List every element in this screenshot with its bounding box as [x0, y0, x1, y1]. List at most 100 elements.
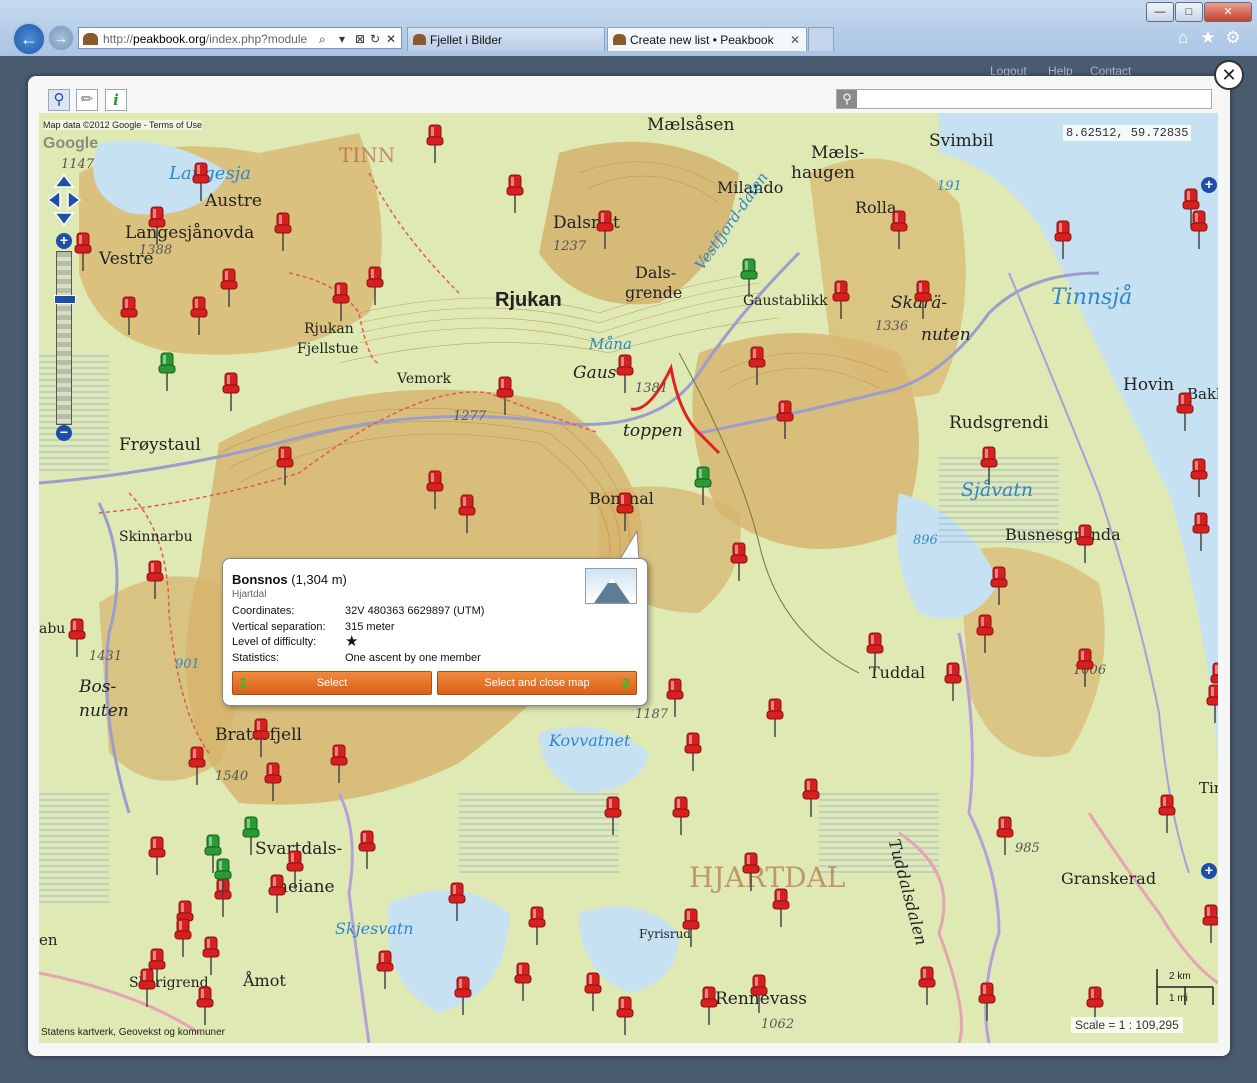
peak-pin-icon[interactable]: [137, 967, 157, 1007]
peak-pin-icon[interactable]: [201, 935, 221, 975]
peak-pin-icon[interactable]: [191, 161, 211, 201]
climbed-peak-pin-icon[interactable]: [213, 857, 233, 897]
maximize-button[interactable]: □: [1175, 2, 1203, 22]
peak-pin-icon[interactable]: [1189, 457, 1209, 497]
peak-pin-icon[interactable]: [913, 279, 933, 319]
peak-pin-icon[interactable]: [1075, 647, 1095, 687]
refresh-icon[interactable]: ↻: [370, 28, 380, 50]
zoom-in-button[interactable]: +: [56, 233, 72, 249]
close-modal-button[interactable]: ✕: [1214, 60, 1244, 90]
peak-pin-icon[interactable]: [683, 731, 703, 771]
peak-pin-icon[interactable]: [917, 965, 937, 1005]
peak-pin-icon[interactable]: [749, 973, 769, 1013]
pan-control[interactable]: [46, 173, 82, 227]
peak-pin-icon[interactable]: [331, 281, 351, 321]
peak-pin-icon[interactable]: [865, 631, 885, 671]
peak-pin-icon[interactable]: [741, 851, 761, 891]
expand-icon[interactable]: +: [1201, 177, 1217, 193]
peak-pin-icon[interactable]: [1205, 683, 1218, 723]
peak-pin-icon[interactable]: [119, 295, 139, 335]
measure-tool-button[interactable]: ✏: [76, 89, 98, 111]
peak-pin-icon[interactable]: [977, 981, 997, 1021]
peak-pin-icon[interactable]: [457, 493, 477, 533]
peak-pin-icon[interactable]: [145, 559, 165, 599]
peak-pin-icon[interactable]: [329, 743, 349, 783]
peak-pin-icon[interactable]: [147, 205, 167, 245]
peak-pin-icon[interactable]: [595, 209, 615, 249]
zoom-out-button[interactable]: −: [56, 425, 72, 441]
peak-pin-icon[interactable]: [285, 849, 305, 889]
peak-pin-icon[interactable]: [1191, 511, 1211, 551]
climbed-peak-pin-icon[interactable]: [693, 465, 713, 505]
peak-pin-icon[interactable]: [513, 961, 533, 1001]
peak-pin-icon[interactable]: [147, 835, 167, 875]
peak-pin-icon[interactable]: [775, 399, 795, 439]
peak-pin-icon[interactable]: [699, 985, 719, 1025]
peak-pin-icon[interactable]: [267, 873, 287, 913]
peak-pin-icon[interactable]: [665, 677, 685, 717]
peak-pin-icon[interactable]: [495, 375, 515, 415]
info-tool-button[interactable]: i: [105, 89, 127, 111]
peak-pin-icon[interactable]: [195, 985, 215, 1025]
peak-pin-icon[interactable]: [1175, 391, 1195, 431]
peak-pin-icon[interactable]: [73, 231, 93, 271]
peak-pin-icon[interactable]: [173, 917, 193, 957]
map-search-input[interactable]: ⚲: [836, 89, 1212, 109]
peak-pin-icon[interactable]: [681, 907, 701, 947]
peak-pin-icon[interactable]: [979, 445, 999, 485]
settings-icon[interactable]: ⚙: [1222, 27, 1244, 49]
peak-pin-icon[interactable]: [505, 173, 525, 213]
expand-icon[interactable]: +: [1201, 863, 1217, 879]
peak-pin-icon[interactable]: [1053, 219, 1073, 259]
stop-icon[interactable]: ✕: [386, 28, 396, 50]
peak-pin-icon[interactable]: [365, 265, 385, 305]
peak-pin-icon[interactable]: [615, 491, 635, 531]
peak-pin-icon[interactable]: [583, 971, 603, 1011]
peak-pin-icon[interactable]: [603, 795, 623, 835]
search-icon[interactable]: ⌕: [319, 28, 326, 50]
peak-thumbnail[interactable]: [585, 568, 637, 604]
map-canvas[interactable]: Rjukan Mælsåsen Mæls- haugen Milando Svi…: [39, 113, 1218, 1043]
peak-pin-icon[interactable]: [1157, 793, 1177, 833]
peak-pin-icon[interactable]: [527, 905, 547, 945]
address-bar[interactable]: http://peakbook.org/index.php?module ⌕ ▾…: [78, 27, 402, 49]
peak-pin-icon[interactable]: [275, 445, 295, 485]
peak-pin-icon[interactable]: [765, 697, 785, 737]
peak-pin-icon[interactable]: [273, 211, 293, 251]
peak-pin-icon[interactable]: [771, 887, 791, 927]
peak-pin-icon[interactable]: [375, 949, 395, 989]
climbed-peak-pin-icon[interactable]: [241, 815, 261, 855]
peak-pin-icon[interactable]: [801, 777, 821, 817]
search-icon[interactable]: ⚲: [837, 90, 857, 108]
favorites-icon[interactable]: ★: [1197, 27, 1219, 49]
peak-pin-icon[interactable]: [975, 613, 995, 653]
peak-pin-icon[interactable]: [263, 761, 283, 801]
tab-close-icon[interactable]: ✕: [790, 28, 800, 52]
new-tab-button[interactable]: [808, 27, 834, 51]
peak-pin-icon[interactable]: [671, 795, 691, 835]
peak-pin-icon[interactable]: [831, 279, 851, 319]
tab-fjellet-i-bilder[interactable]: Fjellet i Bilder: [407, 27, 605, 51]
peak-pin-icon[interactable]: [989, 565, 1009, 605]
peak-pin-icon[interactable]: [189, 295, 209, 335]
peak-pin-icon[interactable]: [729, 541, 749, 581]
peak-pin-icon[interactable]: [221, 371, 241, 411]
peak-pin-icon[interactable]: [187, 745, 207, 785]
climbed-peak-pin-icon[interactable]: [157, 351, 177, 391]
home-icon[interactable]: ⌂: [1172, 27, 1194, 49]
peak-pin-icon[interactable]: [447, 881, 467, 921]
zoom-tool-button[interactable]: ⚲: [48, 89, 70, 111]
peak-pin-icon[interactable]: [615, 995, 635, 1035]
peak-pin-icon[interactable]: [425, 123, 445, 163]
peak-pin-icon[interactable]: [1189, 209, 1209, 249]
peak-pin-icon[interactable]: [425, 469, 445, 509]
back-button[interactable]: ←: [12, 22, 46, 56]
minimize-button[interactable]: —: [1146, 2, 1174, 22]
compat-icon[interactable]: ⊠: [355, 28, 365, 50]
peak-pin-icon[interactable]: [357, 829, 377, 869]
peak-pin-icon[interactable]: [943, 661, 963, 701]
close-window-button[interactable]: ✕: [1204, 2, 1252, 22]
peak-pin-icon[interactable]: [1201, 903, 1218, 943]
peak-pin-icon[interactable]: [615, 353, 635, 393]
select-and-close-button[interactable]: Select and close map 2: [437, 671, 637, 695]
